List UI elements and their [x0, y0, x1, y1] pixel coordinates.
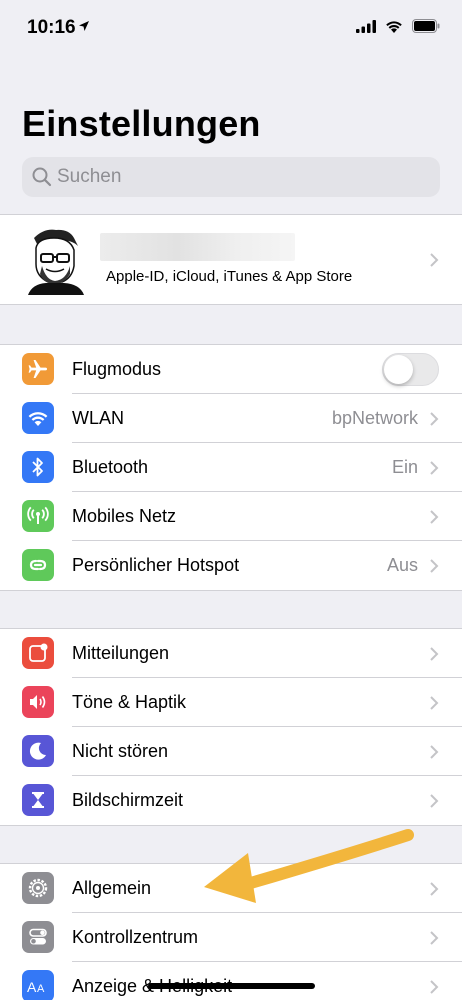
search-placeholder: Suchen — [57, 166, 122, 187]
row-mitteilungen[interactable]: Mitteilungen — [0, 629, 462, 678]
apple-id-profile-row[interactable]: Apple-ID, iCloud, iTunes & App Store — [0, 214, 462, 305]
row-toene-haptik[interactable]: Töne & Haptik — [0, 678, 462, 727]
notifications-group: Mitteilungen Töne & Haptik Nicht stören … — [0, 628, 462, 826]
row-label: Nicht stören — [72, 741, 169, 761]
row-label: Flugmodus — [72, 359, 162, 379]
chevron-right-icon — [430, 461, 439, 475]
row-label: Kontrollzentrum — [72, 927, 199, 947]
notifications-icon — [22, 637, 54, 669]
wifi-icon — [22, 402, 54, 434]
row-label: Töne & Haptik — [72, 692, 187, 712]
search-input[interactable]: Suchen — [22, 157, 440, 197]
chevron-right-icon — [430, 696, 439, 710]
row-mobiles-netz[interactable]: Mobiles Netz — [0, 492, 462, 541]
chevron-right-icon — [430, 412, 439, 426]
row-hotspot[interactable]: Persönlicher Hotspot Aus — [0, 541, 462, 590]
chevron-right-icon — [430, 559, 439, 573]
gear-icon — [22, 872, 54, 904]
moon-icon — [22, 735, 54, 767]
chevron-right-icon — [430, 510, 439, 524]
profile-subtitle: Apple-ID, iCloud, iTunes & App Store — [106, 268, 353, 285]
chevron-right-icon — [430, 647, 439, 661]
airplane-mode-toggle[interactable] — [382, 353, 439, 386]
chevron-right-icon — [430, 931, 439, 945]
home-indicator[interactable] — [148, 983, 315, 989]
row-value: Aus — [386, 555, 418, 575]
svg-text:A: A — [27, 979, 37, 995]
chevron-right-icon — [430, 882, 439, 896]
sounds-icon — [22, 686, 54, 718]
row-label: Persönlicher Hotspot — [72, 555, 240, 575]
airplane-icon — [22, 353, 54, 385]
hourglass-icon — [22, 784, 54, 816]
cellular-icon — [22, 500, 54, 532]
chevron-right-icon — [430, 253, 439, 267]
row-anzeige-helligkeit[interactable]: AA Anzeige & Helligkeit — [0, 962, 462, 1000]
row-kontrollzentrum[interactable]: Kontrollzentrum — [0, 913, 462, 962]
avatar — [28, 229, 84, 295]
search-icon — [32, 167, 52, 187]
row-label: Bildschirmzeit — [72, 790, 184, 810]
row-label: Bluetooth — [72, 457, 149, 477]
row-value: bpNetwork — [331, 408, 418, 428]
switches-icon — [22, 921, 54, 953]
display-icon: AA — [22, 970, 54, 1000]
bluetooth-icon — [22, 451, 54, 483]
battery-icon — [412, 19, 440, 33]
cellular-signal-icon — [356, 19, 376, 33]
wifi-status-icon — [386, 20, 402, 33]
status-bar: 10:16 — [0, 0, 462, 56]
status-time: 10:16 — [27, 17, 76, 38]
row-value: Ein — [391, 457, 418, 477]
connectivity-group: Flugmodus WLAN bpNetwork Bluetooth Ein M… — [0, 344, 462, 591]
profile-name-redacted — [100, 233, 295, 261]
row-bluetooth[interactable]: Bluetooth Ein — [0, 443, 462, 492]
chevron-right-icon — [430, 794, 439, 808]
row-label: Allgemein — [72, 878, 152, 898]
row-label: Mitteilungen — [72, 643, 170, 663]
row-nicht-stoeren[interactable]: Nicht stören — [0, 727, 462, 776]
row-bildschirmzeit[interactable]: Bildschirmzeit — [0, 776, 462, 825]
page-title: Einstellungen — [22, 103, 261, 144]
location-arrow-icon — [79, 21, 89, 31]
chevron-right-icon — [430, 745, 439, 759]
row-label: Mobiles Netz — [72, 506, 177, 526]
row-wlan[interactable]: WLAN bpNetwork — [0, 394, 462, 443]
hotspot-icon — [22, 549, 54, 581]
svg-text:A: A — [37, 983, 45, 995]
annotation-arrow-icon — [204, 829, 414, 903]
row-flugmodus[interactable]: Flugmodus — [0, 345, 462, 394]
chevron-right-icon — [430, 980, 439, 994]
row-label: WLAN — [72, 408, 125, 428]
